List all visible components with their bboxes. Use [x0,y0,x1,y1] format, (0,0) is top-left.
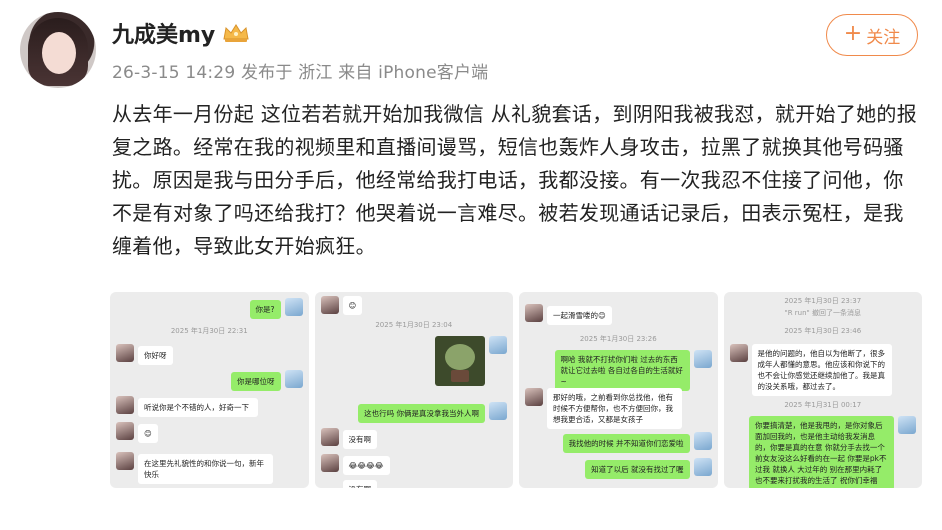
chat-timestamp: 2025 年1月30日 23:37 [784,297,862,305]
chat-timestamp: 2025 年1月31日 00:17 [784,401,862,409]
avatar-me [693,432,712,450]
avatar-other [116,452,134,470]
chat-bubble-left: 一起滑雪喽的😊 [547,306,612,325]
chat-bubble-left: 没有啊 [342,480,377,488]
chat-bubble-right: 啊哈 我就不打扰你们啦 过去的东西就让它过去啦 各自过各自的生活就好~ [554,350,690,391]
name-row: 九成美my [112,14,488,52]
avatar-me [284,298,303,316]
chat-bubble-right: 你是? [249,300,281,319]
chat-bubble-left: 听说你是个不错的人，好奇一下 [138,398,258,417]
chat-bubble-right: 我找他的时候 并不知道你们恋爱啦 [562,434,690,453]
avatar-other [116,396,134,414]
avatar-me [284,370,303,388]
avatar-me [489,402,507,420]
chat-screenshot-1[interactable]: 你是? 2025 年1月30日 22:31 你好呀 你是哪位呀 听说你是个不错的… [110,292,309,488]
avatar-me [693,458,712,476]
chat-screenshot-2[interactable]: 😊 2025 年1月30日 23:04 这也行吗 你俩是真没拿我当外人啊 没有啊… [314,292,513,488]
chat-bubble-left: 是他的问题的，他自以为他断了，很多成年人都懂的意思。他应该和你说下的 也不会让你… [751,344,892,396]
chat-bubble-left: 😊 [138,424,158,443]
recall-notice: "R run" 撤回了一条消息 [784,309,861,317]
chat-timestamp: 2025 年1月30日 23:46 [784,327,862,335]
chat-timestamp: 2025 年1月30日 23:04 [375,321,453,329]
chat-bubble-right: 知道了以后 就没有找过了喔 [585,460,690,479]
chat-timestamp: 2025 年1月30日 22:31 [170,327,248,335]
zombie-sticker [435,336,485,386]
user-name[interactable]: 九成美my [112,17,215,49]
chat-bubble-right: 你是哪位呀 [231,372,281,391]
chat-bubble-left: 你好呀 [138,346,173,365]
avatar-other [320,454,339,472]
post-header: 九成美my 26-3-15 14:29 发布于 浙江 来自 iPhone客户端 [112,14,488,83]
avatar-other [729,344,748,362]
chat-screenshot-4[interactable]: 2025 年1月30日 23:37 "R run" 撤回了一条消息 2025 年… [723,292,922,488]
avatar-face [42,32,76,74]
avatar-me [898,416,916,434]
crown-icon [223,24,249,42]
follow-label: 关注 [866,27,901,48]
avatar-other [116,344,134,362]
avatar-me [489,336,507,354]
chat-bubble-left: 在这里先礼貌性的和你说一句，新年快乐 [138,454,273,484]
avatar-other [320,296,339,314]
follow-button[interactable]: + 关注 [826,14,918,56]
chat-bubble-right: 这也行吗 你俩是真没拿我当外人啊 [358,404,485,423]
chat-timestamp: 2025 年1月30日 23:26 [579,335,657,343]
chat-bubble-left: 😂😂😂😂 [342,456,390,475]
avatar-me [693,350,712,368]
avatar-other [525,388,543,406]
avatar-other [525,304,543,322]
avatar-other [116,422,134,440]
post-meta: 26-3-15 14:29 发布于 浙江 来自 iPhone客户端 [112,63,489,83]
chat-screenshot-3[interactable]: 一起滑雪喽的😊 2025 年1月30日 23:26 啊哈 我就不打扰你们啦 过去… [519,292,718,488]
image-grid: 你是? 2025 年1月30日 22:31 你好呀 你是哪位呀 听说你是个不错的… [110,292,922,488]
avatar-other [320,428,339,446]
chat-bubble-left: 那好的哦，之前看到你总找他，他有时候不方便帮你，也不方便回你，我想我更合适，又都… [547,388,682,429]
chat-bubble-left: 😊 [342,296,363,315]
chat-bubble-right: 你要搞清楚，他是我甩的，是你对象后面加回我的，也是他主动给我发消息的，你要是真的… [749,416,894,488]
user-avatar[interactable] [20,12,96,88]
chat-bubble-left: 没有啊 [342,430,377,449]
post-text: 从去年一月份起 这位若若就开始加我微信 从礼貌套话，到阴阳我被我怼，就开始了她的… [112,102,918,258]
plus-icon: + [843,21,863,46]
